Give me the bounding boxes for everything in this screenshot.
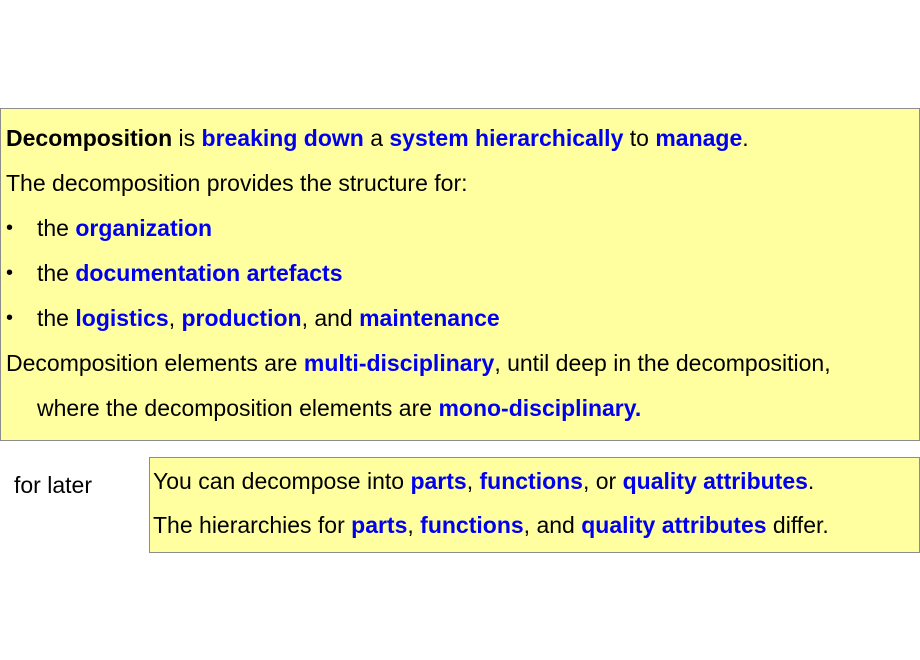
keyword-production: production: [181, 305, 302, 331]
text: , or: [582, 468, 623, 494]
text: , and: [301, 305, 360, 331]
keyword-parts: parts: [410, 468, 467, 494]
hierarchies-differ-line: The hierarchies for parts, functions, an…: [153, 511, 829, 539]
side-note-for-later: for later: [14, 472, 92, 498]
keyword-parts: parts: [351, 512, 408, 538]
definition-line: Decomposition is breaking down a system …: [6, 124, 749, 152]
list-item: • the logistics, production, and mainten…: [0, 304, 700, 332]
keyword-multi-disciplinary: multi-disciplinary: [303, 350, 495, 376]
text: the: [37, 215, 76, 241]
text: to: [623, 125, 656, 151]
text: .: [742, 125, 749, 151]
keyword-system-hierarchically: system hierarchically: [389, 125, 624, 151]
text: Decomposition elements are: [6, 350, 304, 376]
decompose-into-line: You can decompose into parts, functions,…: [153, 467, 814, 495]
text: You can decompose into: [153, 468, 411, 494]
keyword-organization: organization: [75, 215, 213, 241]
text: differ.: [766, 512, 829, 538]
text: ,: [407, 512, 421, 538]
keyword-logistics: logistics: [75, 305, 169, 331]
text: The hierarchies for: [153, 512, 352, 538]
keyword-functions: functions: [420, 512, 524, 538]
list-item: • the organization: [0, 214, 400, 242]
keyword-documentation-artefacts: documentation artefacts: [75, 260, 343, 286]
mono-disciplinary-line: where the decomposition elements are mon…: [37, 394, 641, 422]
list-item: • the documentation artefacts: [0, 259, 500, 287]
text: the: [37, 260, 76, 286]
text: is: [172, 125, 202, 151]
keyword-mono-disciplinary: mono-disciplinary.: [438, 395, 642, 421]
bullet-icon: •: [6, 217, 14, 239]
bullet-icon: •: [6, 262, 14, 284]
text: a: [363, 125, 390, 151]
term-decomposition: Decomposition: [6, 125, 173, 151]
keyword-breaking-down: breaking down: [201, 125, 364, 151]
bullet-icon: •: [6, 307, 14, 329]
keyword-quality-attributes: quality attributes: [581, 512, 767, 538]
structure-intro-line: The decomposition provides the structure…: [6, 170, 468, 196]
text: ,: [466, 468, 480, 494]
keyword-maintenance: maintenance: [359, 305, 500, 331]
multi-disciplinary-line: Decomposition elements are multi-discipl…: [6, 349, 831, 377]
text: , until deep in the decomposition,: [494, 350, 831, 376]
text: ,: [168, 305, 182, 331]
keyword-functions: functions: [479, 468, 583, 494]
text: , and: [523, 512, 582, 538]
keyword-quality-attributes: quality attributes: [622, 468, 808, 494]
keyword-manage: manage: [655, 125, 743, 151]
text: the: [37, 305, 76, 331]
text: where the decomposition elements are: [37, 395, 439, 421]
text: .: [807, 468, 815, 494]
